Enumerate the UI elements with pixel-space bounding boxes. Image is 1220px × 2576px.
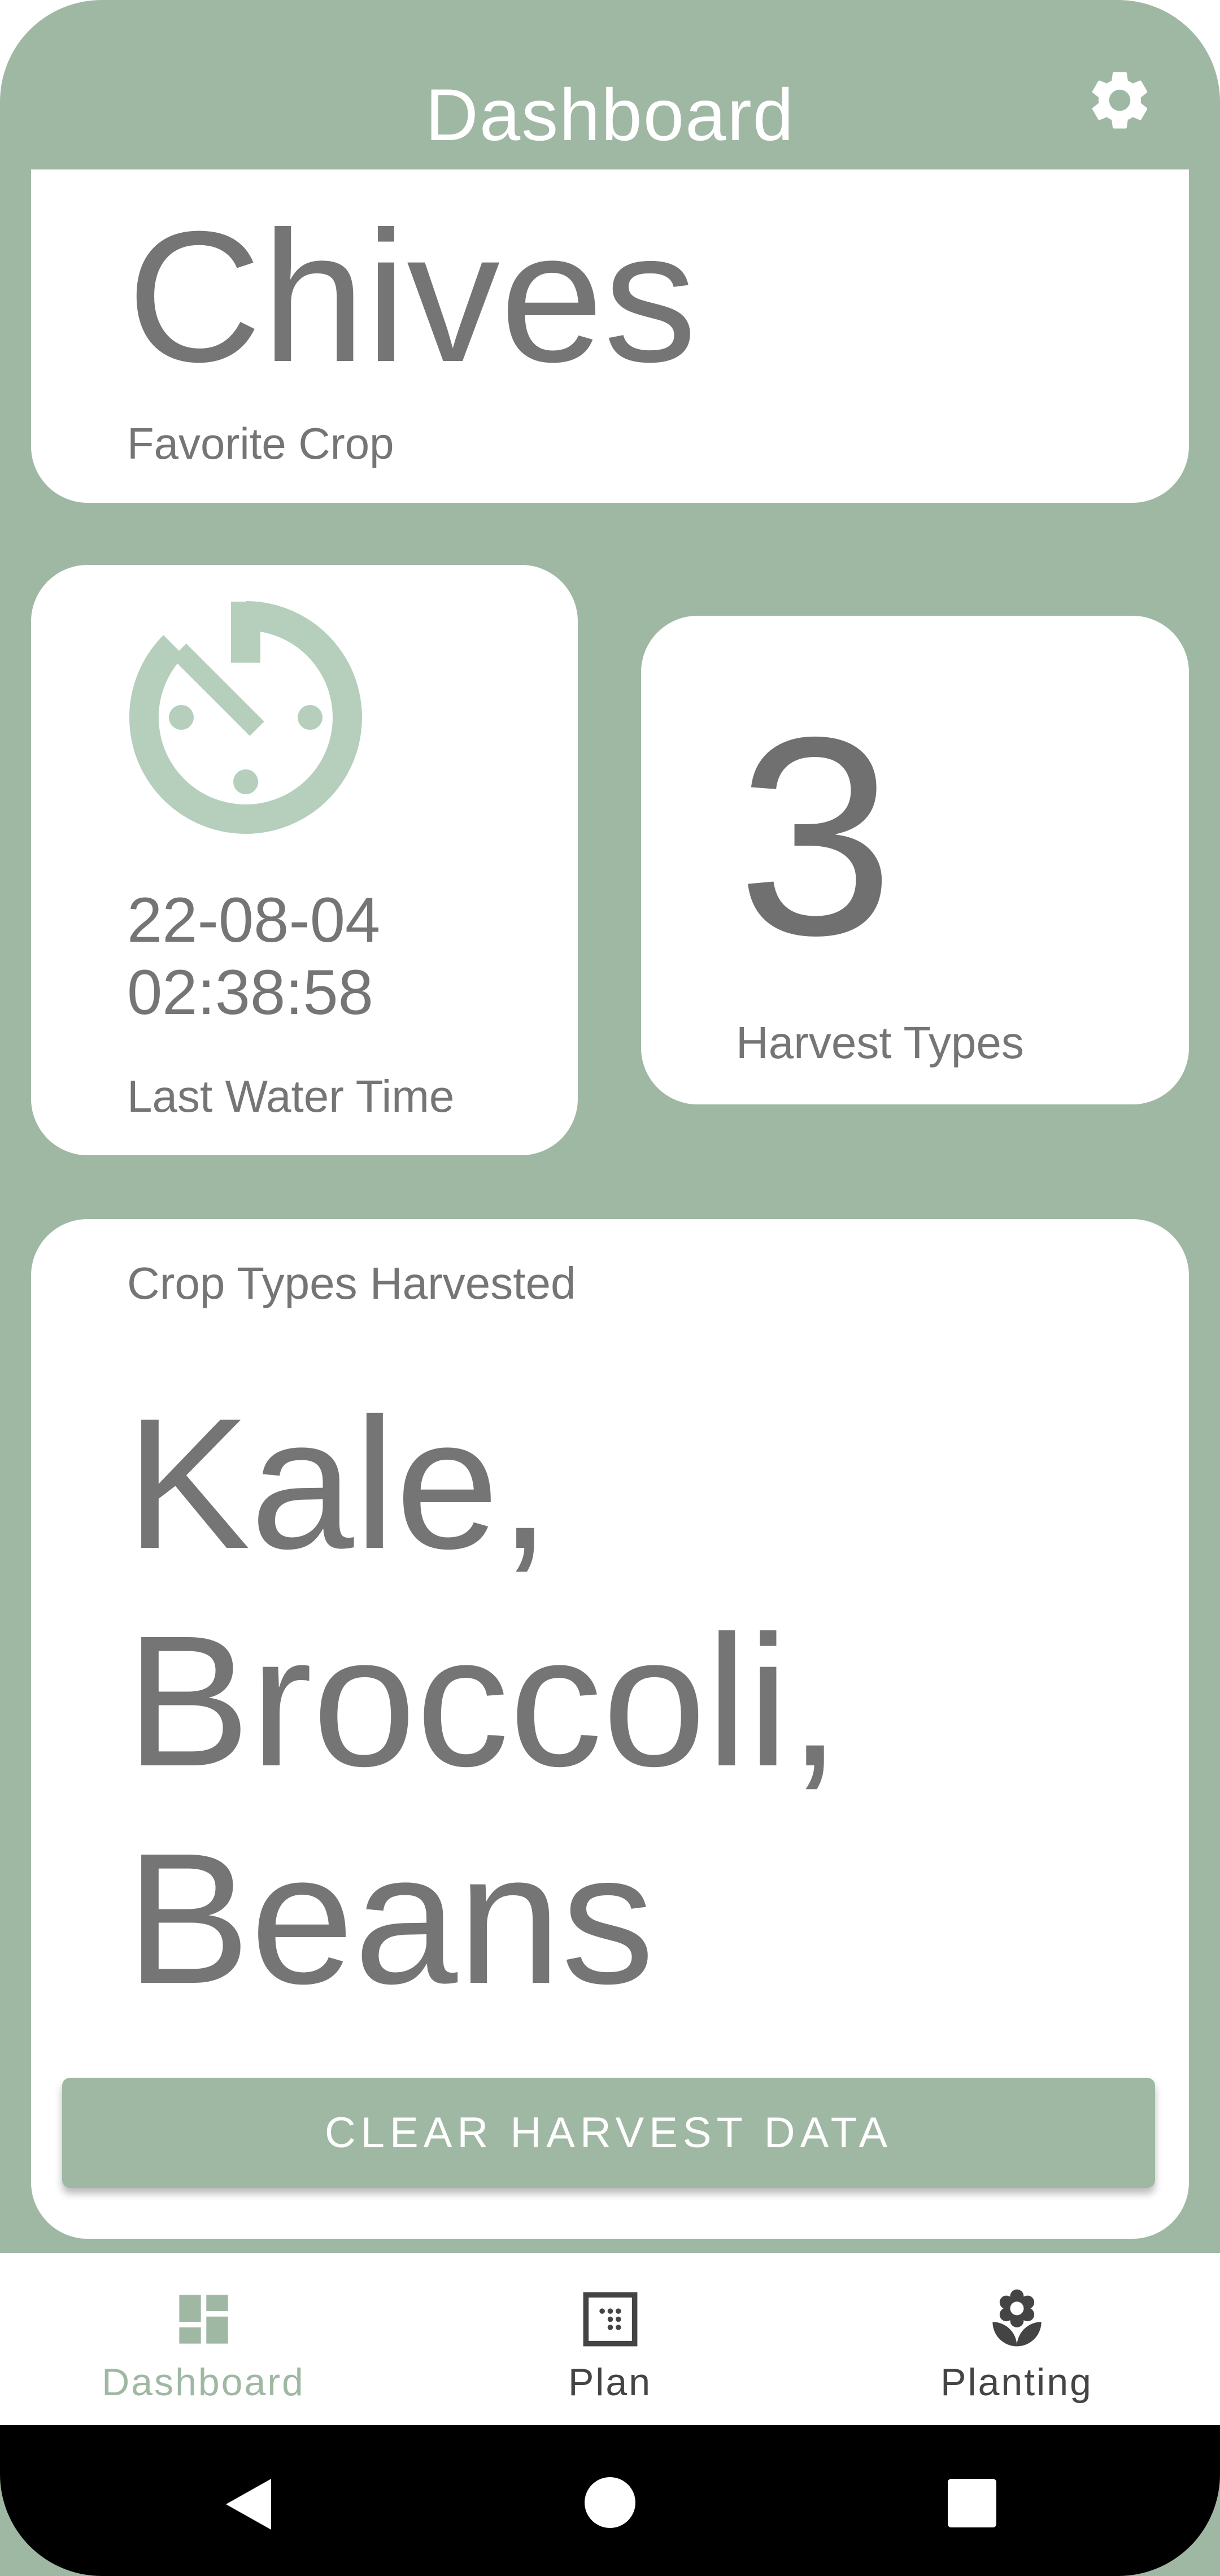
- harvest-types-card: 3 Harvest Types: [641, 616, 1189, 1104]
- favorite-crop-card: Chives Favorite Crop: [31, 169, 1189, 503]
- app-screen: Dashboard Chives Favorite Crop 22-08-04 …: [0, 0, 1220, 2576]
- crop-types-label: Crop Types Harvested: [127, 1258, 576, 1308]
- nav-item-dashboard[interactable]: Dashboard: [0, 2253, 407, 2425]
- flower-icon: [992, 2289, 1042, 2347]
- timer-clock-icon: [129, 601, 362, 834]
- favorite-crop-label: Favorite Crop: [127, 419, 394, 468]
- last-water-card: 22-08-04 02:38:58 Last Water Time: [31, 565, 578, 1155]
- crop-type-item: Beans: [126, 1814, 655, 2022]
- crop-types-list: Kale, Broccoli, Beans: [126, 1374, 840, 2027]
- bottom-navigation: Dashboard Plan Planting: [0, 2253, 1220, 2425]
- nav-label-plan: Plan: [568, 2361, 652, 2404]
- harvest-types-count: 3: [737, 678, 895, 994]
- last-water-datetime: 22-08-04 02:38:58: [127, 884, 380, 1029]
- crop-types-card: Crop Types Harvested Kale, Broccoli, Bea…: [31, 1219, 1189, 2239]
- harvest-types-label: Harvest Types: [736, 1017, 1024, 1068]
- clear-harvest-data-button[interactable]: CLEAR HARVEST DATA: [62, 2078, 1155, 2188]
- favorite-crop-name: Chives: [127, 192, 697, 401]
- nav-label-planting: Planting: [940, 2361, 1093, 2404]
- last-water-label: Last Water Time: [127, 1071, 455, 1121]
- back-icon[interactable]: [223, 2476, 274, 2533]
- settings-gear-icon[interactable]: [1084, 65, 1155, 136]
- nav-item-plan[interactable]: Plan: [407, 2253, 813, 2425]
- last-water-time: 02:38:58: [127, 957, 373, 1028]
- nav-item-planting[interactable]: Planting: [813, 2253, 1220, 2425]
- recents-icon[interactable]: [948, 2479, 996, 2527]
- grid-icon: [583, 2292, 638, 2347]
- app-bar: Dashboard: [0, 0, 1220, 198]
- nav-label-dashboard: Dashboard: [102, 2361, 305, 2404]
- crop-type-item: Broccoli,: [126, 1596, 841, 1805]
- last-water-date: 22-08-04: [127, 885, 381, 955]
- system-navigation-bar: [0, 2425, 1220, 2576]
- home-icon[interactable]: [583, 2476, 637, 2529]
- dashboard-icon: [179, 2295, 228, 2344]
- crop-type-item: Kale,: [126, 1379, 551, 1587]
- page-title: Dashboard: [425, 73, 795, 156]
